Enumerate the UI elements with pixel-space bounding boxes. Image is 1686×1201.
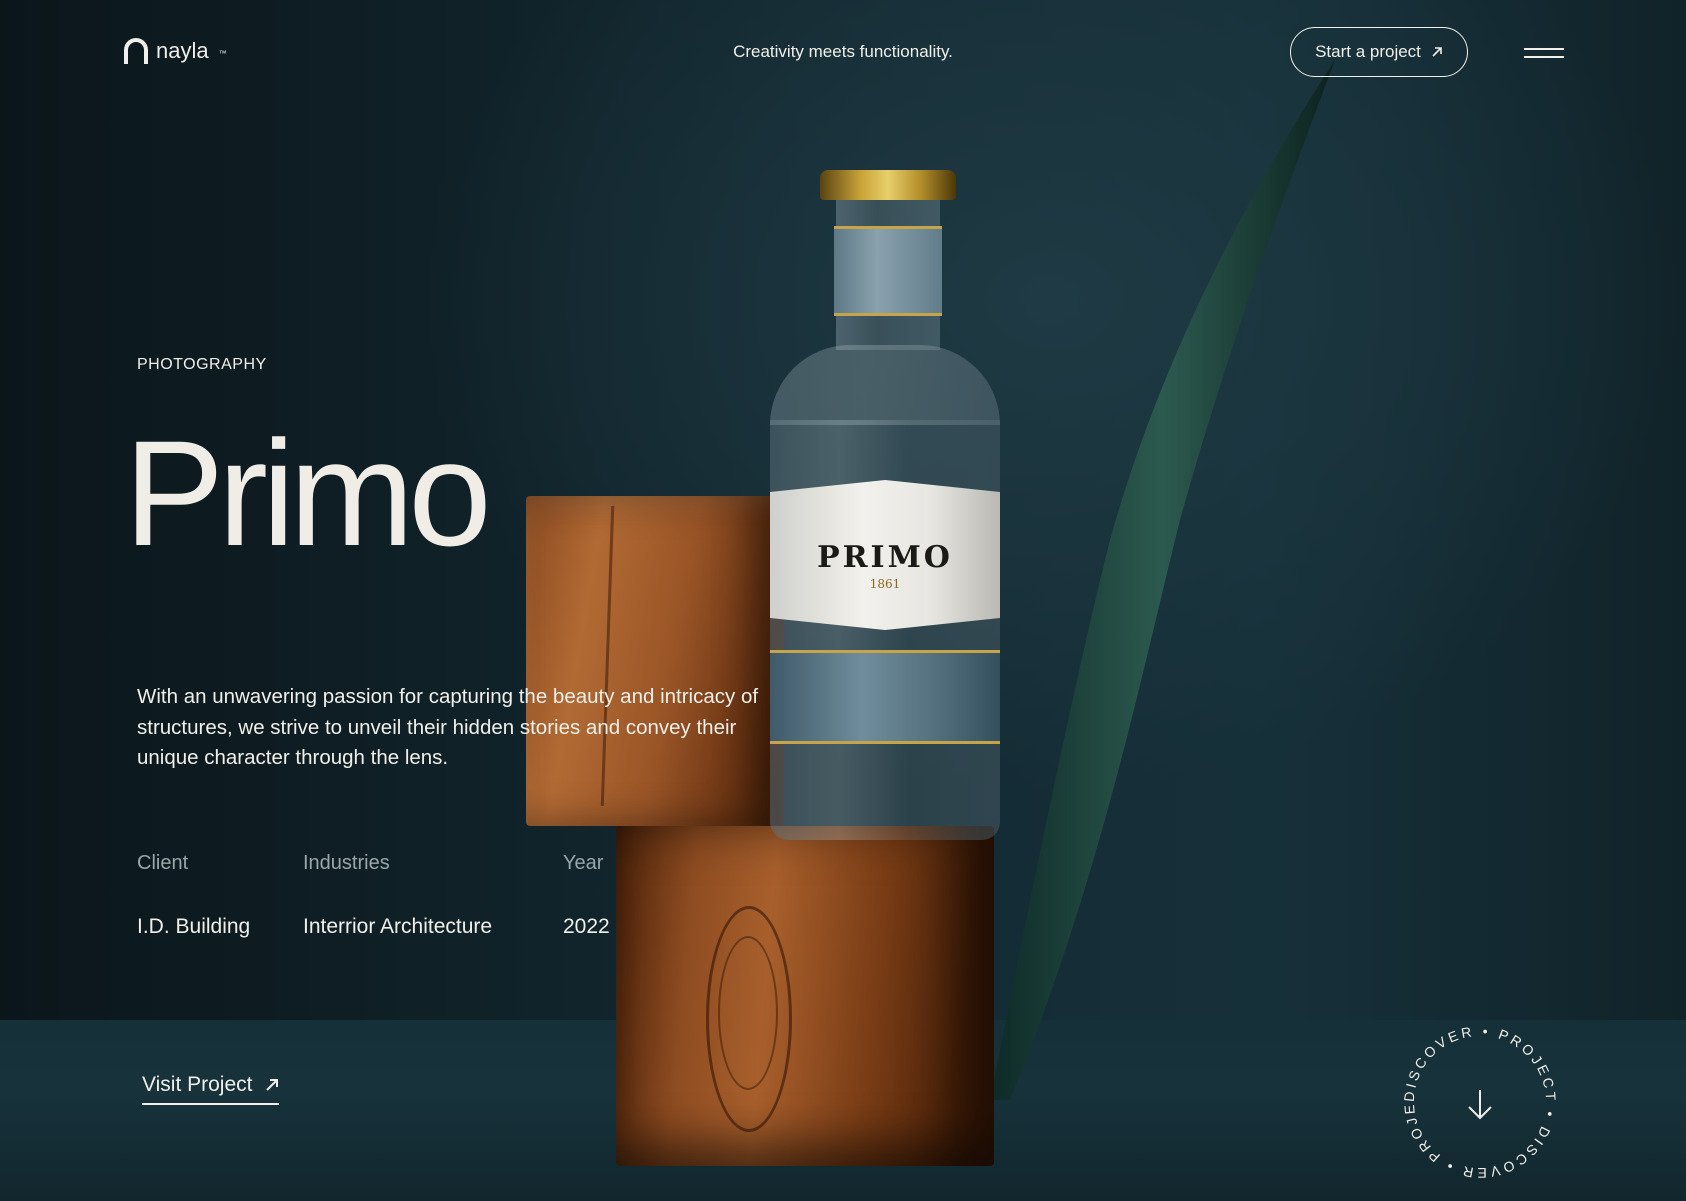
project-category: PHOTOGRAPHY: [137, 356, 267, 373]
logo-icon: [124, 38, 148, 64]
bottle-year: 1861: [869, 577, 901, 591]
logo-trademark: ™: [218, 49, 227, 58]
arrow-up-right-icon: [265, 1079, 278, 1091]
project-description: With an unwavering passion for capturing…: [137, 685, 759, 769]
client-value: I.D. Building: [137, 915, 251, 938]
year-info: Year 2022: [563, 852, 610, 939]
start-project-button[interactable]: Start a project: [1290, 27, 1468, 77]
agave-leaf: [990, 60, 1335, 1100]
logo-text: nayla: [156, 38, 209, 63]
visit-project-link[interactable]: Visit Project: [142, 1073, 279, 1105]
project-title: Primo: [124, 409, 492, 577]
year-value: 2022: [563, 915, 610, 938]
client-info: Client I.D. Building: [137, 852, 250, 939]
industries-info: Industries Interrior Architecture: [303, 852, 492, 939]
visit-project-label: Visit Project: [142, 1073, 253, 1096]
bottle-brand: PRIMO: [817, 540, 953, 575]
svg-text:DISCOVER • PROJECT • DISCOVER: DISCOVER • PROJECT • DISCOVER • PROJECT …: [1398, 1020, 1559, 1181]
tequila-bottle: PRIMO 1861: [770, 170, 1000, 840]
wood-block-top: [526, 496, 784, 826]
wood-block-bottom: [616, 826, 994, 1166]
industries-label: Industries: [303, 852, 390, 874]
hamburger-menu-icon[interactable]: [1524, 46, 1564, 60]
arrow-down-icon: [1468, 1090, 1492, 1120]
start-project-label: Start a project: [1315, 42, 1421, 61]
logo[interactable]: nayla ™: [124, 38, 227, 64]
discover-ring-text: DISCOVER • PROJECT • DISCOVER • PROJECT …: [1398, 1020, 1556, 1181]
year-label: Year: [563, 852, 604, 874]
discover-project-button[interactable]: DISCOVER • PROJECT • DISCOVER • PROJECT …: [1398, 1020, 1562, 1184]
industries-value: Interrior Architecture: [303, 915, 493, 938]
client-label: Client: [137, 852, 189, 874]
arrow-up-right-icon: [1432, 47, 1442, 57]
